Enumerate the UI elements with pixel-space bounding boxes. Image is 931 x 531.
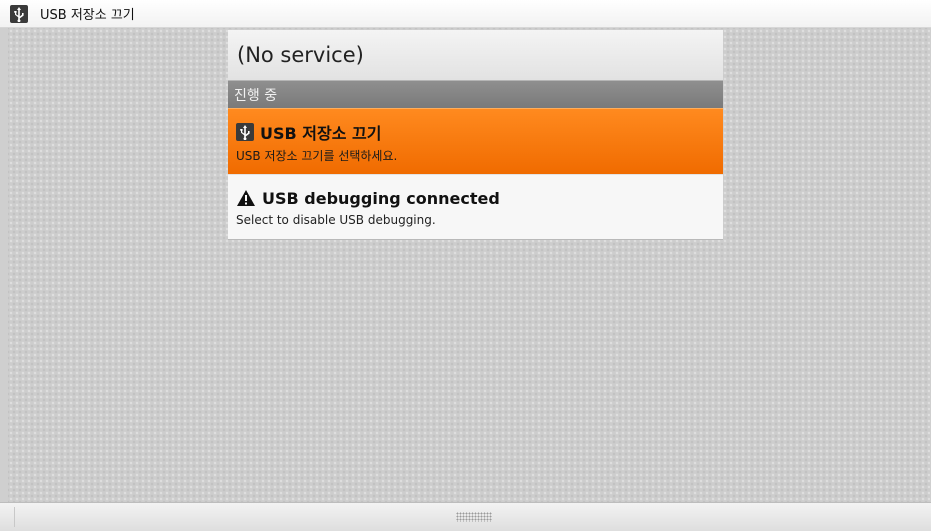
notification-usb-storage[interactable]: USB 저장소 끄기 USB 저장소 끄기를 선택하세요.	[228, 108, 723, 174]
carrier-label: (No service)	[228, 30, 723, 81]
usb-icon	[10, 4, 28, 23]
notification-title: USB 저장소 끄기	[260, 124, 382, 143]
ongoing-section-header: 진행 중	[228, 81, 723, 108]
notification-title: USB debugging connected	[262, 188, 500, 208]
notification-panel: (No service) 진행 중 USB 저장소 끄기 USB 저장소 끄기를…	[228, 30, 723, 240]
notification-text: Select to disable USB debugging.	[236, 213, 436, 227]
notification-usb-debugging[interactable]: USB debugging connected Select to disabl…	[228, 174, 723, 240]
warning-icon	[236, 189, 256, 207]
status-bar: USB 저장소 끄기	[0, 0, 931, 28]
grip-handle[interactable]	[456, 512, 492, 522]
notification-text: USB 저장소 끄기를 선택하세요.	[236, 149, 398, 163]
bottom-bar-divider	[14, 507, 15, 527]
usb-icon	[236, 123, 254, 141]
bottom-bar[interactable]	[0, 502, 931, 531]
status-title: USB 저장소 끄기	[40, 8, 135, 23]
